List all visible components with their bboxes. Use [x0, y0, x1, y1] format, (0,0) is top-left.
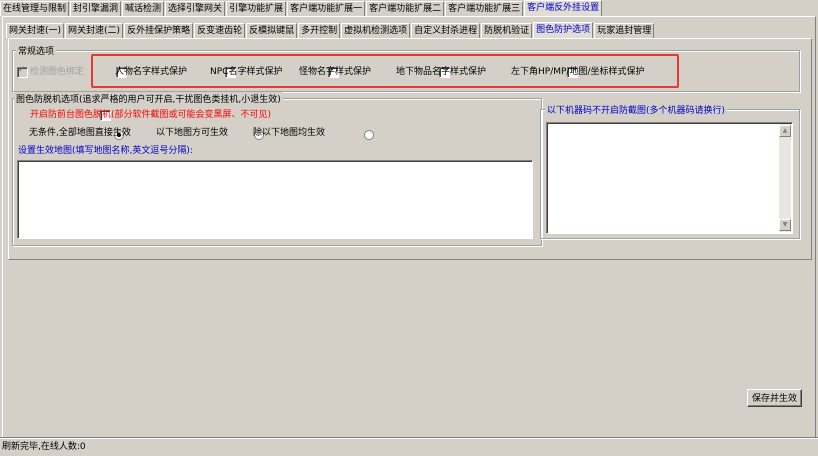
map-setting-label: 设置生效地图(填写地图名称,英文逗号分隔): [18, 146, 193, 156]
tab-multi-client-control[interactable]: 多开控制 [298, 23, 341, 38]
tab-online-management[interactable]: 在线管理与限制 [0, 1, 70, 16]
radio-listed-maps-label: 以下地图方可生效 [156, 128, 229, 138]
tab-anti-speed-gear[interactable]: 反变速齿轮 [194, 23, 246, 38]
tab-client-extension-2[interactable]: 客户端功能扩展二 [366, 1, 445, 16]
hp-mp-map-coord-style-label: 左下角HP/MP/地图/坐标样式保护 [511, 67, 645, 77]
anti-bot-legend: 图色防脱机选项(追求严格的用户可开启,干扰图色类挂机,小退生效) [14, 92, 283, 105]
tab-client-anti-cheat[interactable]: 客户端反外挂设置 [524, 0, 603, 17]
detect-bind-checkbox[interactable] [17, 65, 28, 78]
tab-engine-extension[interactable]: 引擎功能扩展 [226, 1, 287, 16]
tab-gateway-speed-2[interactable]: 网关封速(二) [65, 23, 124, 38]
radio-except-maps[interactable] [363, 129, 374, 140]
tab-image-color-protection[interactable]: 图色防护选项 [533, 22, 594, 39]
tab-client-extension-1[interactable]: 客户端功能扩展一 [287, 1, 366, 16]
general-options-legend: 常规选项 [16, 44, 57, 57]
tab-select-engine-gateway[interactable]: 选择引擎网关 [165, 1, 226, 16]
tab-custom-kill-process[interactable]: 自定义封杀进程 [411, 23, 481, 38]
tab-block-engine-bugs[interactable]: 封引擎漏洞 [70, 1, 122, 16]
machine-code-textarea[interactable]: ▲ ▼ [546, 122, 793, 234]
status-text: 刷新完毕,在线人数:0 [2, 442, 86, 452]
tab-gateway-speed-1[interactable]: 网关封速(一) [6, 23, 65, 38]
tab-anti-cheat-policy[interactable]: 反外挂保护策略 [124, 23, 194, 38]
tab-client-extension-3[interactable]: 客户端功能扩展三 [445, 1, 524, 16]
scroll-up-icon[interactable]: ▲ [779, 125, 791, 137]
save-apply-button[interactable]: 保存并生效 [747, 389, 802, 407]
sub-tab-bar: 网关封速(一) 网关封速(二) 反外挂保护策略 反变速齿轮 反模拟键鼠 多开控制… [6, 22, 655, 39]
detect-bind-label: 检测图色绑定 [30, 67, 85, 77]
tab-anti-simulated-input[interactable]: 反模拟键鼠 [246, 23, 298, 38]
map-list-textarea[interactable] [17, 160, 533, 239]
top-tab-bar: 在线管理与限制 封引擎漏洞 喊话检测 选择引擎网关 引擎功能扩展 客户端功能扩展… [0, 0, 603, 17]
tab-vm-detection[interactable]: 虚拟机检测选项 [341, 23, 411, 38]
character-name-style-label: 人物名字样式保护 [115, 67, 188, 77]
enable-anti-bot-label: 开启防前台图色脱机(部分软件截图或可能会变黑屏、不可见) [30, 110, 272, 120]
machine-code-scrollbar[interactable]: ▲ ▼ [779, 124, 791, 232]
radio-except-maps-label: 除以下地图均生效 [253, 128, 326, 138]
scroll-down-icon[interactable]: ▼ [779, 219, 791, 231]
radio-all-maps-label: 无条件,全部地图直接生效 [29, 128, 131, 138]
tab-chat-detection[interactable]: 喊话检测 [122, 1, 165, 16]
ground-item-name-style-label: 地下物品名字样式保护 [396, 67, 487, 77]
tab-offline-verification[interactable]: 防脱机验证 [481, 23, 533, 38]
monster-name-style-label: 怪物名字样式保护 [299, 67, 372, 77]
machine-code-legend: 以下机器码不开启防截图(多个机器码请换行) [545, 103, 728, 116]
tab-player-tracking[interactable]: 玩家追封管理 [594, 23, 655, 38]
npc-name-style-label: NPC名字样式保护 [210, 67, 283, 77]
status-bar: 刷新完毕,在线人数:0 [0, 437, 818, 456]
